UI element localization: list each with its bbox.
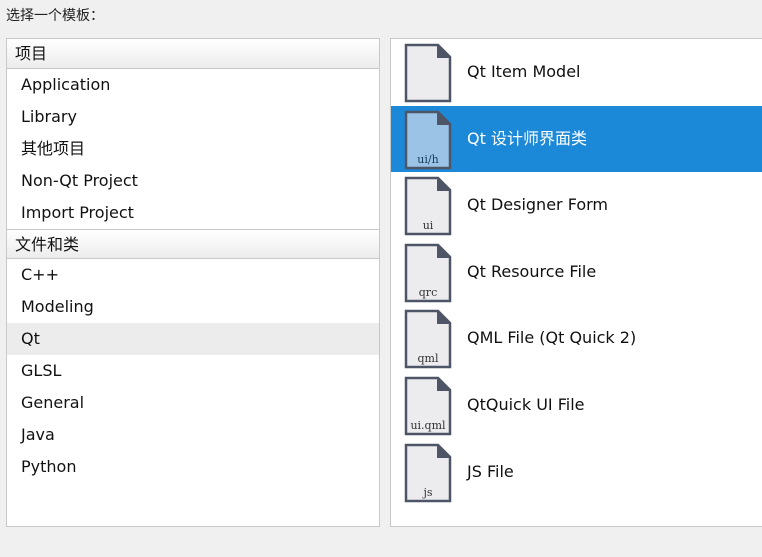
category-header-projects: 项目 — [7, 39, 379, 69]
template-ext-label: qrc — [418, 285, 438, 299]
template-item-qt-designer-form[interactable]: ui Qt Designer Form — [391, 172, 762, 239]
template-label: Qt Designer Form — [467, 195, 609, 215]
template-label: JS File — [467, 461, 514, 481]
file-icon — [403, 43, 453, 103]
template-ext-label: ui — [422, 219, 434, 233]
category-item-library[interactable]: Library — [7, 101, 379, 133]
category-item-glsl[interactable]: GLSL — [7, 355, 379, 387]
category-item-python[interactable]: Python — [7, 451, 379, 483]
template-list[interactable]: Qt Item Model ui/h Qt 设计师界面类 ui Qt Desig… — [390, 38, 762, 527]
template-label: Qt Resource File — [467, 261, 597, 281]
template-ext-label: js — [423, 485, 433, 499]
template-item-qtquick-ui-file[interactable]: ui.qml QtQuick UI File — [391, 372, 762, 439]
category-item-cpp[interactable]: C++ — [7, 259, 379, 291]
category-item-general[interactable]: General — [7, 387, 379, 419]
template-prompt-label: 选择一个模板： — [6, 8, 104, 24]
category-item-java[interactable]: Java — [7, 419, 379, 451]
template-label: QtQuick UI File — [467, 394, 585, 414]
category-header-files-classes: 文件和类 — [7, 229, 379, 259]
template-ext-label: qml — [417, 352, 439, 366]
category-item-application[interactable]: Application — [7, 69, 379, 101]
template-item-js-file[interactable]: js JS File — [391, 439, 762, 506]
category-item-qt[interactable]: Qt — [7, 323, 379, 355]
template-ext-label: ui.qml — [410, 418, 446, 432]
template-label: Qt 设计师界面类 — [467, 128, 587, 148]
category-list[interactable]: 项目 Application Library 其他项目 Non-Qt Proje… — [6, 38, 380, 527]
template-ext-label: ui/h — [417, 152, 439, 166]
template-item-qt-resource-file[interactable]: qrc Qt Resource File — [391, 239, 762, 306]
template-label: QML File (Qt Quick 2) — [467, 328, 637, 348]
category-item-modeling[interactable]: Modeling — [7, 291, 379, 323]
template-item-qml-file[interactable]: qml QML File (Qt Quick 2) — [391, 305, 762, 372]
category-item-other-project[interactable]: 其他项目 — [7, 133, 379, 165]
category-item-non-qt-project[interactable]: Non-Qt Project — [7, 165, 379, 197]
template-item-qt-item-model[interactable]: Qt Item Model — [391, 39, 762, 106]
category-item-import-project[interactable]: Import Project — [7, 197, 379, 229]
template-item-qt-designer-class[interactable]: ui/h Qt 设计师界面类 — [391, 105, 762, 173]
template-label: Qt Item Model — [467, 62, 581, 81]
